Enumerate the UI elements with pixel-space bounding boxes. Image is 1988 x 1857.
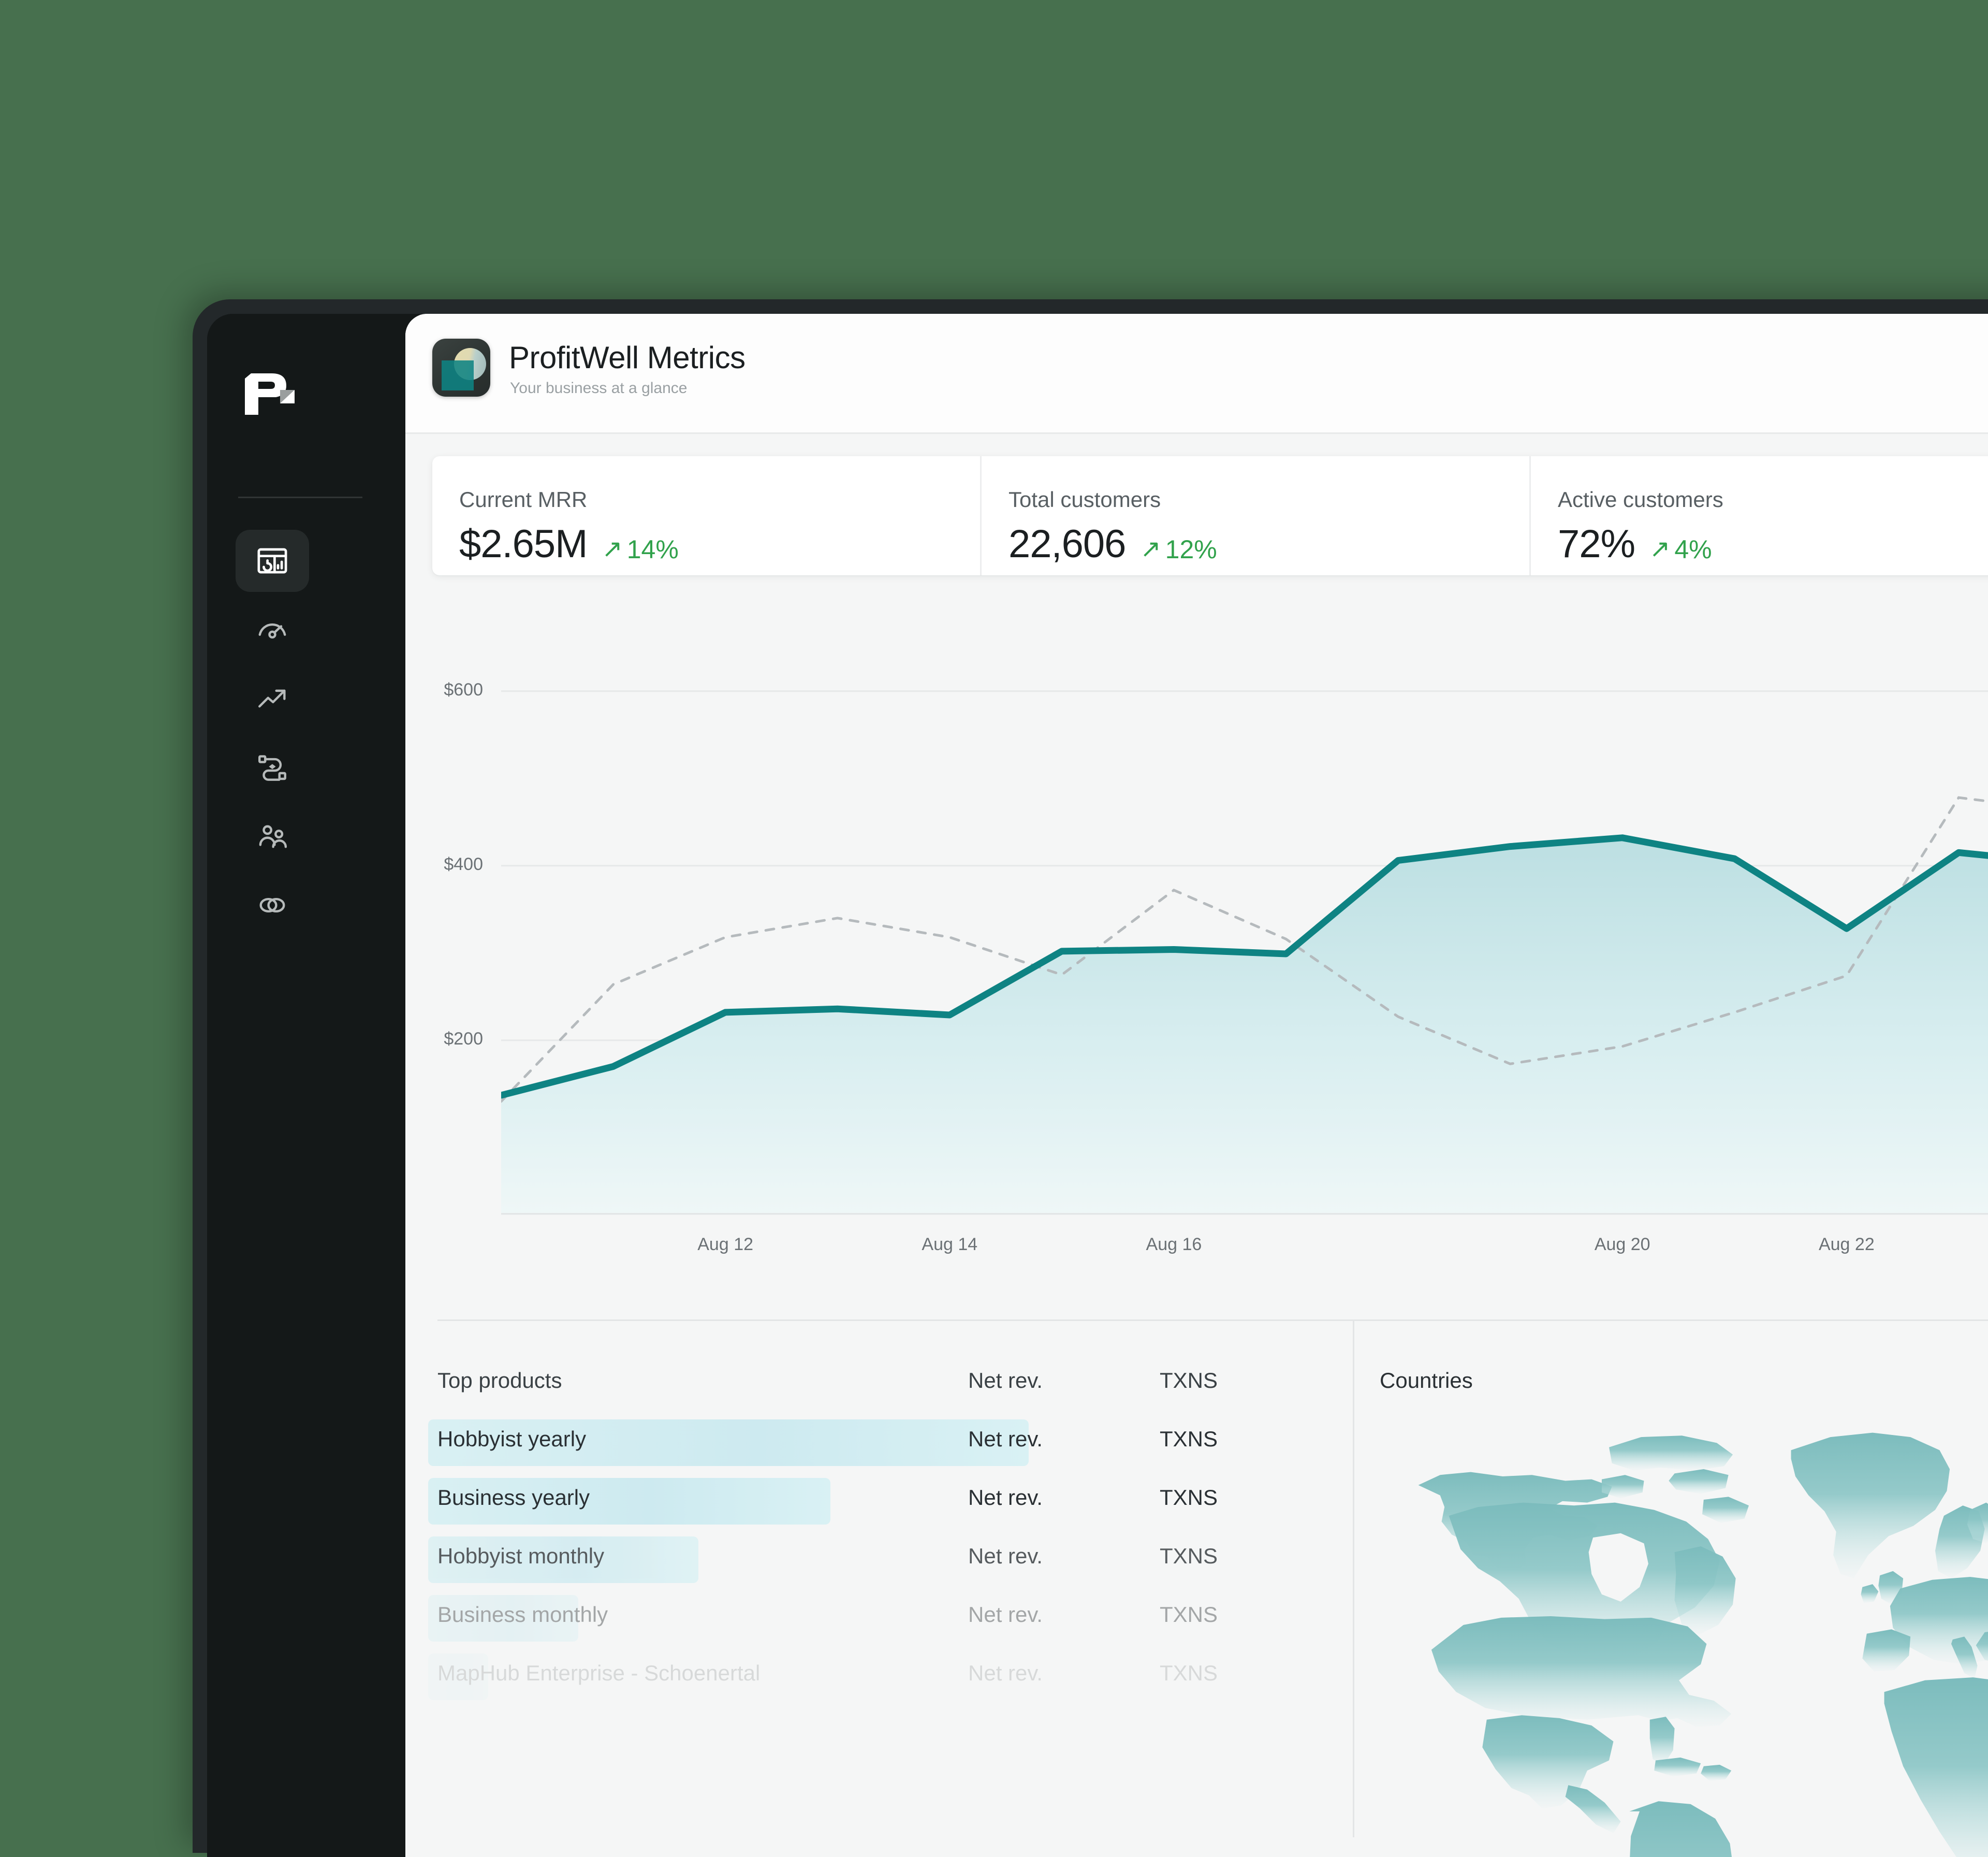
metric-card-total-customers[interactable]: Total customers 22,606 ↗ 12% [982, 456, 1531, 575]
column-header-products: Top products [437, 1368, 562, 1392]
column-header-txns: TXNS [1160, 1368, 1218, 1392]
metric-label: Total customers [1008, 487, 1161, 512]
table-row[interactable]: Hobbyist monthly Net rev. TXNS [428, 1530, 1338, 1589]
metrics-card-row: Current MRR $2.65M ↗ 14% Total customers… [432, 456, 1988, 575]
users-icon [259, 825, 287, 848]
bottom-section: Top products Net rev. TXNS Hobbyist year… [405, 1319, 1988, 1857]
table-header-row: Top products Net rev. TXNS [437, 1355, 1338, 1413]
product-name: Business monthly [437, 1602, 608, 1627]
product-name: Business yearly [437, 1485, 590, 1510]
venn-circles-icon [259, 897, 285, 913]
gauge-icon [258, 623, 286, 639]
sidebar-item-metrics[interactable] [236, 599, 309, 661]
metric-value: 72% [1558, 522, 1635, 566]
mrr-chart[interactable]: $200 $400 $600 Aug 12 Aug 14 Aug 16 Aug 20 Aug… [405, 604, 1988, 1308]
product-net-rev: Net rev. [968, 1602, 1043, 1627]
product-name: Hobbyist yearly [437, 1427, 587, 1451]
sidebar-item-growth[interactable] [236, 668, 309, 730]
product-txns: TXNS [1160, 1485, 1218, 1510]
product-txns: TXNS [1160, 1427, 1218, 1451]
product-net-rev: Net rev. [968, 1544, 1043, 1568]
metric-delta-value: 4% [1674, 535, 1712, 564]
trend-up-arrow-icon: ↗ [602, 535, 623, 563]
dashboard-panel: ProfitWell Metrics Your business at a gl… [405, 314, 1988, 1857]
sidebar-item-segments[interactable] [236, 874, 309, 936]
metric-delta: ↗ 14% [602, 534, 679, 564]
countries-panel: Countries [1353, 1319, 1988, 1857]
product-net-rev: Net rev. [968, 1427, 1043, 1451]
x-axis-tick-label: Aug 20 [1594, 1235, 1650, 1254]
x-axis-tick-label: Aug 16 [1146, 1235, 1202, 1254]
x-axis-tick-label: Aug 12 [697, 1235, 754, 1254]
table-body: Hobbyist yearly Net rev. TXNS Business year… [428, 1413, 1338, 1706]
x-axis-tick-label: Aug 14 [922, 1235, 978, 1254]
product-net-rev: Net rev. [968, 1661, 1043, 1685]
sidebar-item-retention[interactable] [236, 736, 309, 799]
sidebar [207, 314, 404, 1857]
app-header: ProfitWell Metrics Your business at a gl… [405, 314, 1988, 434]
table-row[interactable]: Business yearly Net rev. TXNS [428, 1472, 1338, 1530]
metric-delta: ↗ 4% [1649, 534, 1712, 564]
x-axis-tick-label: Aug 22 [1818, 1235, 1875, 1254]
metric-card-current-mrr[interactable]: Current MRR $2.65M ↗ 14% [432, 456, 982, 575]
metric-value: 22,606 [1008, 522, 1126, 566]
y-axis-tick-label: $200 [444, 1028, 483, 1049]
y-axis-tick-label: $600 [444, 679, 483, 700]
trending-up-icon [258, 689, 286, 708]
page-subtitle: Your business at a glance [510, 380, 688, 397]
device-frame: ProfitWell Metrics Your business at a gl… [193, 299, 1988, 1857]
metric-card-active-customers[interactable]: Active customers 72% ↗ 4% [1531, 456, 1988, 575]
profitwell-logo[interactable] [240, 371, 302, 418]
table-row[interactable]: MapHub Enterprise - Schoenertal Net rev. T… [428, 1647, 1338, 1706]
app-icon-square [442, 360, 474, 390]
trend-up-arrow-icon: ↗ [1649, 535, 1671, 563]
page-title: ProfitWell Metrics [509, 340, 746, 375]
profitwell-metrics-app-icon [432, 339, 490, 397]
flow-nodes-icon [258, 755, 286, 781]
product-name: Hobbyist monthly [437, 1544, 605, 1568]
table-row[interactable]: Hobbyist yearly Net rev. TXNS [428, 1413, 1338, 1472]
map-landmasses [1418, 1432, 1988, 1857]
top-products-table: Top products Net rev. TXNS Hobbyist year… [428, 1355, 1338, 1706]
metric-delta-value: 14% [626, 535, 679, 564]
chart-area-fill [501, 837, 1988, 1215]
product-net-rev: Net rev. [968, 1485, 1043, 1510]
dashboard-icon [257, 548, 287, 574]
section-divider [437, 1319, 1988, 1321]
metric-delta-value: 12% [1165, 535, 1217, 564]
sidebar-divider [238, 497, 362, 498]
countries-divider [1353, 1319, 1354, 1837]
countries-title: Countries [1380, 1368, 1473, 1392]
product-txns: TXNS [1160, 1544, 1218, 1568]
product-name: MapHub Enterprise - Schoenertal [437, 1661, 761, 1685]
sidebar-item-dashboard[interactable] [236, 530, 309, 592]
product-txns: TXNS [1160, 1602, 1218, 1627]
y-axis-tick-label: $400 [444, 854, 483, 874]
world-map[interactable] [1358, 1406, 1988, 1857]
device-screen: ProfitWell Metrics Your business at a gl… [207, 314, 1988, 1857]
column-header-net-rev: Net rev. [968, 1368, 1043, 1392]
metric-value: $2.65M [459, 522, 588, 566]
metric-label: Active customers [1558, 487, 1723, 512]
metric-delta: ↗ 12% [1140, 534, 1217, 564]
trend-up-arrow-icon: ↗ [1140, 535, 1161, 563]
chart-plot-area [501, 690, 1988, 1215]
sidebar-item-customers[interactable] [236, 805, 309, 867]
product-txns: TXNS [1160, 1661, 1218, 1685]
metric-label: Current MRR [459, 487, 588, 512]
table-row[interactable]: Business monthly Net rev. TXNS [428, 1589, 1338, 1647]
